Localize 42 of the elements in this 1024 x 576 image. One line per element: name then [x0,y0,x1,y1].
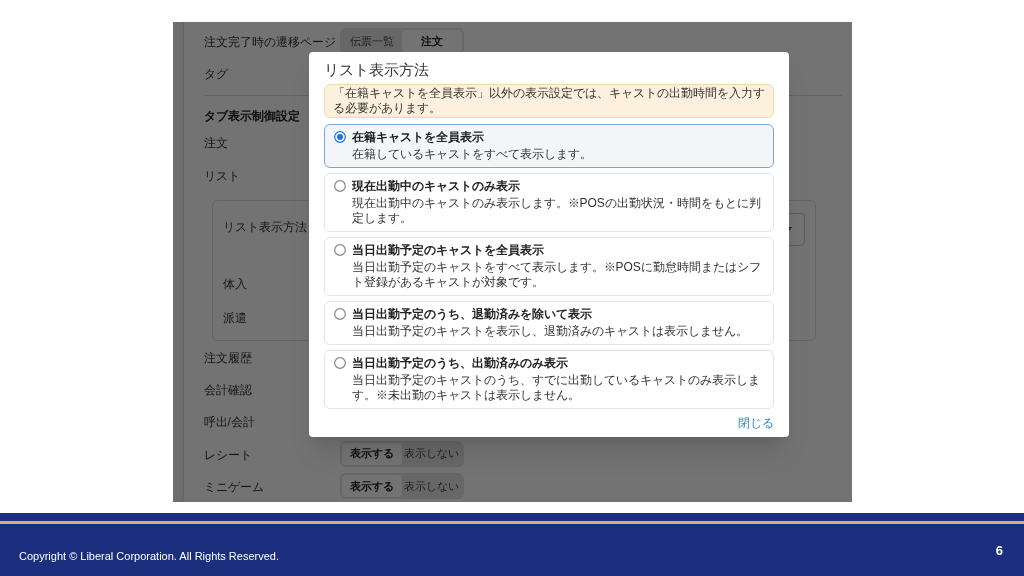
option-title: 在籍キャストを全員表示 [351,130,485,145]
option-description: 当日出勤予定のキャストのうち、すでに出勤しているキャストのみ表示します。※未出勤のキャストは表示しません。 [351,373,761,403]
radio-option[interactable]: 当日出勤予定のうち、出勤済みのみ表示 当日出勤予定のキャストのうち、すでに出勤しているキャストのみ表示します。※未出勤のキャストは表示しません。 [323,350,774,409]
setting-label: 注文完了時の遷移ページ [203,35,336,50]
copyright-text: Copyright © Liberal Corporation. All Rights Reserved. [19,548,279,564]
setting-label: 派遣 [222,309,247,327]
radio-option[interactable]: 現在出勤中のキャストのみ表示 現在出勤中のキャストのみ表示します。※POSの出勤状況・時間をもとに判定します。 [323,173,774,232]
radio-icon [333,244,346,256]
option-title: 当日出勤予定のうち、出勤済みのみ表示 [351,356,569,371]
option-title: 現在出勤中のキャストのみ表示 [351,179,521,194]
option-title: 当日出勤予定のキャストを全員表示 [351,243,545,258]
notice-banner: 「在籍キャストを全員表示」以外の表示設定では、キャストの出勤時間を入力する必要があります。 [323,84,774,118]
option-title: 当日出勤予定のうち、退勤済みを除いて表示 [351,307,593,322]
radio-icon [333,357,346,369]
close-button[interactable]: 閉じる [737,414,774,432]
setting-label: 注文履歴 [203,350,252,365]
setting-label: レシート [203,447,252,462]
section-heading: タブ表示制御設定 [203,108,300,126]
page-number: 6 [995,542,1003,561]
segment-option[interactable]: 表示しない [401,474,462,497]
setting-label: 会計確認 [203,383,252,398]
option-description: 当日出勤予定のキャストを表示し、退勤済みのキャストは表示しません。 [351,324,748,339]
setting-label: タグ [203,67,228,82]
option-description: 在籍しているキャストをすべて表示します。 [351,147,592,162]
setting-label: ミニゲーム [203,479,264,494]
setting-label: 呼出/会計 [203,415,255,430]
radio-icon [333,308,346,320]
setting-label: 体入 [222,275,247,293]
setting-label: リスト [203,168,240,183]
radio-option[interactable]: 在籍キャストを全員表示 在籍しているキャストをすべて表示します。 [323,124,774,168]
segment-option[interactable]: 表示する [341,474,402,497]
segment-option[interactable]: 表示する [341,442,402,465]
radio-icon [333,131,346,143]
setting-label: リスト表示方法 [222,219,307,234]
option-description: 現在出勤中のキャストのみ表示します。※POSの出勤状況・時間をもとに判定します。 [351,196,762,226]
radio-option[interactable]: 当日出勤予定のうち、退勤済みを除いて表示 当日出勤予定のキャストを表示し、退勤済みのキャストは表示しません。 [323,301,774,345]
option-description: 当日出勤予定のキャストをすべて表示します。※POSに勤怠時間またはシフト登録があるキャストが対象です。 [351,260,762,290]
dialog-title: リスト表示方法 [323,61,430,79]
radio-option[interactable]: 当日出勤予定のキャストを全員表示 当日出勤予定のキャストをすべて表示します。※POSに勤怠時間またはシフト登録があるキャストが対象です。 [323,237,774,296]
setting-label: 注文 [203,136,228,151]
radio-icon [333,180,346,192]
segment-option[interactable]: 注文 [401,30,462,53]
